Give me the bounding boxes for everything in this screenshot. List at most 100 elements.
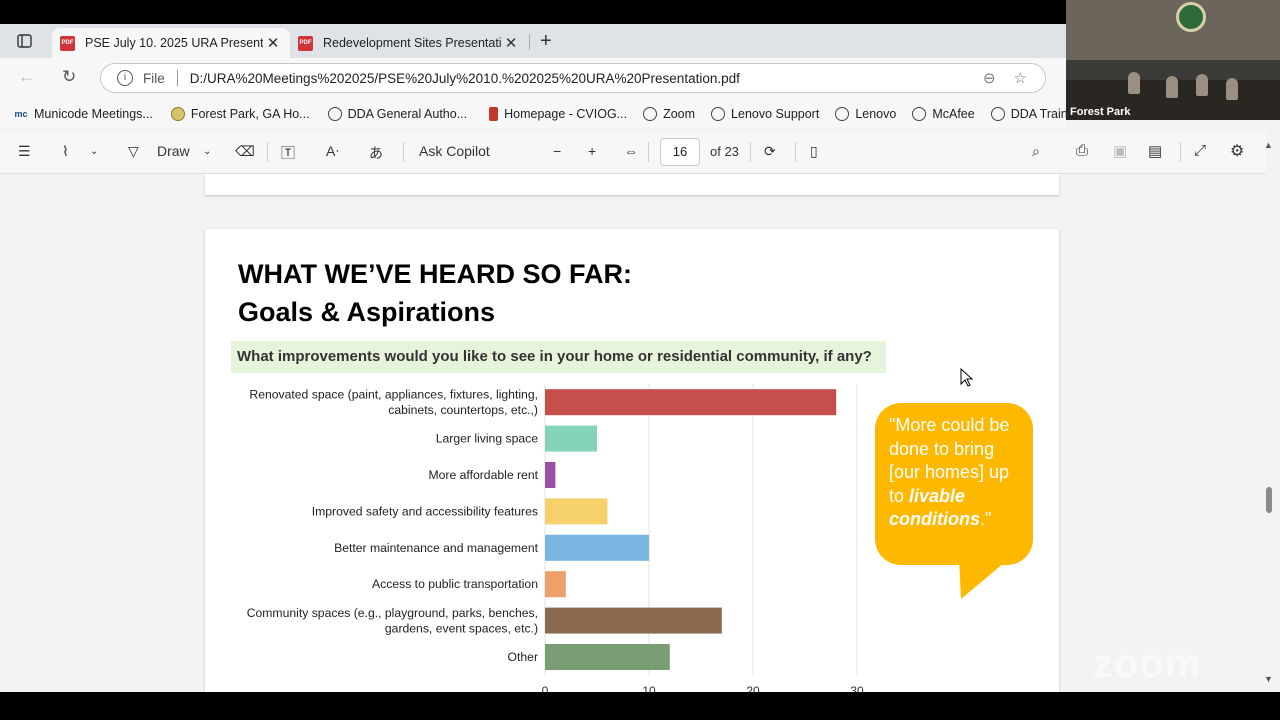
bookmark-zoom[interactable]: Zoom: [643, 107, 695, 121]
translate-icon[interactable]: あ: [369, 143, 383, 163]
zoom-out-icon[interactable]: −: [553, 143, 561, 159]
bookmark-mcafee[interactable]: McAfee: [912, 107, 975, 121]
quote-bubble-tail: [959, 557, 1011, 599]
pdf-icon: PDF: [60, 35, 75, 51]
toolbar-divider: [403, 142, 404, 162]
contents-icon[interactable]: ☰: [18, 143, 31, 160]
back-icon[interactable]: ←: [18, 67, 35, 87]
bookmark-label: Lenovo: [855, 107, 897, 121]
x-tick-label: 0: [542, 684, 549, 692]
bookmark-lenovo-support[interactable]: Lenovo Support: [711, 107, 819, 121]
read-aloud-icon[interactable]: Aᐧ: [326, 143, 339, 160]
bookmark-label: Homepage - CVIOG...: [504, 107, 628, 121]
category-label: Larger living space: [436, 432, 539, 446]
category-label: Access to public transportation: [372, 577, 538, 591]
close-tab-icon[interactable]: ✕: [501, 34, 521, 52]
rotate-icon[interactable]: ⟳: [764, 143, 776, 160]
bookmark-forest-park[interactable]: Forest Park, GA Ho...: [170, 107, 310, 121]
globe-icon: [835, 107, 850, 121]
new-tab-icon[interactable]: +: [540, 30, 552, 53]
close-tab-icon[interactable]: ✕: [263, 34, 283, 52]
participant-figure: [1196, 74, 1208, 96]
ask-copilot-button[interactable]: Ask Copilot: [419, 143, 490, 159]
settings-gear-icon[interactable]: ⚙: [1230, 141, 1244, 161]
address-bar[interactable]: i File D:/URA%20Meetings%202025/PSE%20Ju…: [100, 63, 1046, 93]
zoom-out-icon[interactable]: ⊖: [983, 69, 996, 87]
slide-title: WHAT WE’VE HEARD SO FAR:: [238, 259, 632, 289]
text-box-icon[interactable]: 🅃: [281, 143, 295, 163]
globe-icon: [990, 107, 1005, 121]
zoom-video-feed: Forest Park: [1066, 0, 1280, 120]
participant-figure: [1128, 72, 1140, 94]
mouse-cursor-icon: [960, 368, 974, 387]
globe-icon: [643, 107, 658, 121]
draw-icon[interactable]: ▽: [128, 143, 139, 160]
draw-button[interactable]: Draw: [157, 143, 190, 159]
save-icon[interactable]: ▣: [1113, 142, 1127, 160]
bookmarks-bar: mc Municode Meetings... Forest Park, GA H…: [0, 100, 1066, 128]
tab-redevelopment-sites[interactable]: PDF Redevelopment Sites Presentation ✕: [290, 28, 528, 58]
participant-figure: [1226, 78, 1238, 100]
bookmark-dda-general[interactable]: DDA General Autho...: [327, 107, 468, 121]
bar: [545, 389, 837, 416]
x-tick-label: 10: [642, 684, 656, 692]
quote-end: .": [980, 509, 992, 529]
toolbar-divider: [795, 142, 796, 162]
pdf-icon: PDF: [298, 35, 313, 51]
tab-title: Redevelopment Sites Presentation: [323, 36, 501, 50]
bar: [545, 571, 566, 598]
bar: [545, 462, 556, 488]
favorite-star-icon[interactable]: ☆: [1014, 69, 1027, 87]
save-as-icon[interactable]: ▤: [1148, 142, 1162, 160]
category-label: Community spaces (e.g., playground, park…: [247, 606, 538, 620]
bookmark-dda-training[interactable]: DDA Training: [990, 107, 1066, 121]
category-label: Renovated space (paint, appliances, fixt…: [249, 387, 538, 401]
tab-divider: [529, 34, 530, 50]
search-icon[interactable]: ⌕: [1032, 143, 1040, 160]
document-viewer[interactable]: WHAT WE’VE HEARD SO FAR: Goals & Aspirat…: [0, 174, 1066, 692]
scroll-down-icon[interactable]: ▼: [1264, 674, 1273, 684]
previous-page: [205, 174, 1059, 195]
category-label: Better maintenance and management: [334, 541, 539, 555]
bookmark-lenovo[interactable]: Lenovo: [835, 107, 896, 121]
fullscreen-icon[interactable]: ⤢: [1194, 142, 1206, 159]
quote-bubble: "More could be done to bring [our homes]…: [875, 403, 1033, 565]
pdf-page: WHAT WE’VE HEARD SO FAR: Goals & Aspirat…: [205, 229, 1059, 692]
browser-window: PDF PSE July 10. 2025 URA Presentation ✕…: [0, 24, 1066, 692]
eraser-icon[interactable]: ⌫: [235, 143, 255, 160]
bar: [545, 425, 597, 452]
tab-title: PSE July 10. 2025 URA Presentation: [85, 36, 263, 50]
chevron-down-icon[interactable]: ⌄: [203, 146, 211, 157]
print-icon[interactable]: ⎙: [1076, 142, 1088, 159]
bookmark-label: Forest Park, GA Ho...: [190, 107, 310, 121]
survey-question: What improvements would you like to see …: [231, 341, 886, 373]
bookmark-municode[interactable]: mc Municode Meetings...: [14, 107, 152, 121]
refresh-icon[interactable]: ↻: [62, 67, 76, 87]
page-number-input[interactable]: 16: [660, 138, 700, 166]
zoom-watermark: zoom: [1093, 642, 1202, 686]
address-divider: [176, 70, 178, 86]
info-icon[interactable]: i: [117, 70, 133, 86]
zoom-in-icon[interactable]: +: [588, 143, 596, 159]
municode-icon: mc: [14, 109, 28, 119]
workspaces-icon[interactable]: [10, 32, 38, 52]
chevron-down-icon[interactable]: ⌄: [90, 146, 98, 157]
bookmark-cviog[interactable]: Homepage - CVIOG...: [489, 107, 627, 121]
cviog-icon: [489, 107, 499, 121]
scroll-thumb[interactable]: [1266, 487, 1272, 513]
council-chamber-wall: [1066, 0, 1280, 60]
tab-strip: PDF PSE July 10. 2025 URA Presentation ✕…: [0, 24, 1066, 58]
fit-width-icon[interactable]: ⇔: [624, 143, 638, 159]
globe-icon: [711, 107, 726, 121]
participant-name: Forest Park: [1070, 106, 1131, 118]
bookmark-label: DDA General Autho...: [347, 107, 468, 121]
page-view-icon[interactable]: ▯: [810, 143, 818, 160]
tab-pse-presentation[interactable]: PDF PSE July 10. 2025 URA Presentation ✕: [52, 28, 290, 58]
scroll-up-icon[interactable]: ▲: [1264, 140, 1273, 150]
bar: [545, 644, 670, 670]
url-text[interactable]: D:/URA%20Meetings%202025/PSE%20July%2010…: [190, 71, 983, 86]
highlight-icon[interactable]: ⌇: [62, 143, 69, 160]
vertical-scrollbar[interactable]: ▲ ▼: [1258, 140, 1280, 692]
toolbar-divider: [267, 142, 268, 162]
navigation-bar: ← ↻ i File D:/URA%20Meetings%202025/PSE%…: [0, 58, 1066, 100]
